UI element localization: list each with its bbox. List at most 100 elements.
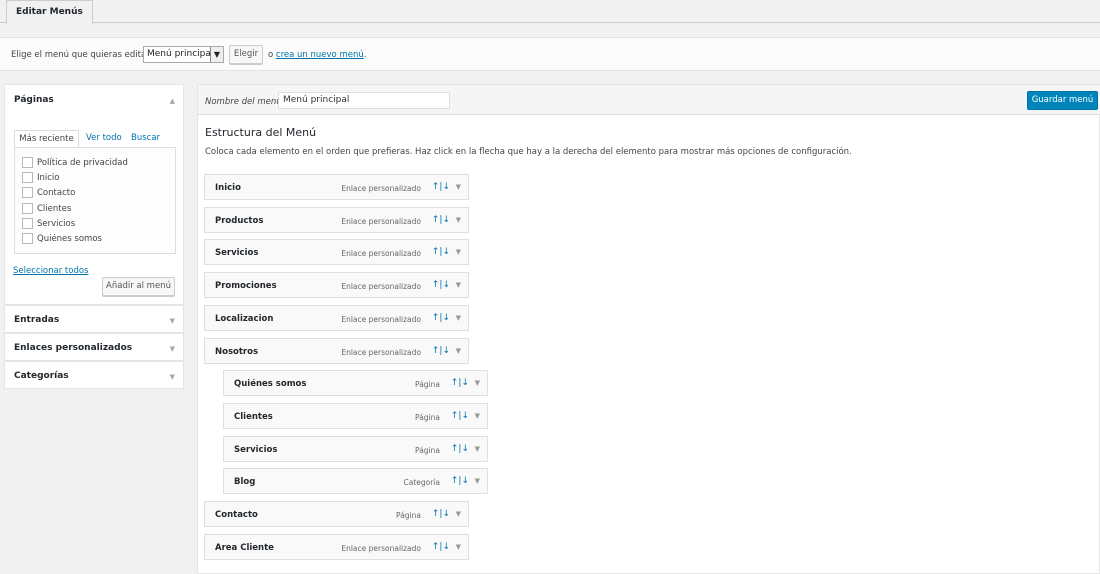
menu-item-title: Contacto (215, 510, 258, 520)
move-arrows-icon[interactable]: ↑|↓ (451, 378, 469, 388)
expand-arrow-icon[interactable]: ▼ (456, 281, 461, 289)
menu-name-label: Nombre del menú (205, 97, 282, 107)
tab-recent[interactable]: Más reciente (14, 130, 79, 148)
move-arrows-icon[interactable]: ↑|↓ (432, 509, 450, 519)
move-arrows-icon[interactable]: ↑|↓ (432, 182, 450, 192)
choose-button[interactable]: Elegir (229, 45, 263, 64)
custom-links-box-title: Enlaces personalizados (14, 343, 133, 353)
menu-item-type: Enlace personalizado (341, 315, 421, 324)
move-arrows-icon[interactable]: ↑|↓ (451, 444, 469, 454)
menu-item-title: Area Cliente (215, 543, 274, 553)
tab-edit-menus[interactable]: Editar Menús (6, 0, 93, 24)
move-arrows-icon[interactable]: ↑|↓ (432, 313, 450, 323)
expand-arrow-icon[interactable]: ▼ (456, 347, 461, 355)
expand-arrow-icon[interactable]: ▼ (456, 510, 461, 518)
checkbox[interactable] (22, 157, 33, 168)
create-menu-text: o crea un nuevo menú. (268, 50, 366, 60)
custom-links-box[interactable]: Enlaces personalizados ▼ (4, 333, 184, 361)
chevron-down-icon[interactable]: ▼ (170, 317, 175, 325)
menu-item[interactable]: Area Cliente Enlace personalizado ↑|↓ ▼ (204, 534, 469, 560)
expand-arrow-icon[interactable]: ▼ (456, 314, 461, 322)
chevron-down-icon[interactable]: ▼ (170, 345, 175, 353)
expand-arrow-icon[interactable]: ▼ (475, 412, 480, 420)
select-menu-label: Elige el menú que quieras editar: (11, 50, 153, 60)
posts-box-title: Entradas (14, 315, 60, 325)
period-text: . (363, 50, 367, 60)
menu-item-type: Página (415, 413, 440, 422)
menu-item[interactable]: Inicio Enlace personalizado ↑|↓ ▼ (204, 174, 469, 200)
menu-item-title: Clientes (234, 412, 273, 422)
pages-box: Páginas ▲ Más reciente Ver todo Buscar P… (4, 84, 184, 305)
menu-item-type: Página (415, 380, 440, 389)
menu-item-type: Página (415, 446, 440, 455)
menu-item-title: Inicio (215, 183, 241, 193)
move-arrows-icon[interactable]: ↑|↓ (432, 280, 450, 290)
menu-item-type: Enlace personalizado (341, 282, 421, 291)
categories-box[interactable]: Categorías ▼ (4, 361, 184, 389)
list-item-label: Clientes (37, 204, 72, 214)
tab-bar: Editar Menús (0, 0, 1100, 24)
move-arrows-icon[interactable]: ↑|↓ (432, 346, 450, 356)
checkbox[interactable] (22, 203, 33, 214)
menu-item[interactable]: Promociones Enlace personalizado ↑|↓ ▼ (204, 272, 469, 298)
move-arrows-icon[interactable]: ↑|↓ (432, 215, 450, 225)
menu-item-type: Enlace personalizado (341, 217, 421, 226)
expand-arrow-icon[interactable]: ▼ (475, 477, 480, 485)
menu-item-title: Quiénes somos (234, 379, 307, 389)
move-arrows-icon[interactable]: ↑|↓ (451, 411, 469, 421)
menu-item-type: Enlace personalizado (341, 249, 421, 258)
menu-item-type: Página (396, 511, 421, 520)
add-to-menu-button[interactable]: Añadir al menú (102, 277, 175, 296)
chevron-up-icon[interactable]: ▲ (170, 97, 175, 105)
menu-item[interactable]: Servicios Página ↑|↓ ▼ (223, 436, 488, 462)
tab-view-all[interactable]: Ver todo (86, 130, 122, 148)
menu-item[interactable]: Localizacion Enlace personalizado ↑|↓ ▼ (204, 305, 469, 331)
pages-box-title[interactable]: Páginas (14, 95, 54, 105)
expand-arrow-icon[interactable]: ▼ (475, 379, 480, 387)
menu-item[interactable]: Productos Enlace personalizado ↑|↓ ▼ (204, 207, 469, 233)
structure-title: Estructura del Menú (205, 126, 317, 139)
create-menu-link[interactable]: crea un nuevo menú (276, 50, 364, 60)
expand-arrow-icon[interactable]: ▼ (456, 216, 461, 224)
or-text: o (268, 50, 274, 60)
select-all-link[interactable]: Seleccionar todos (13, 266, 88, 276)
expand-arrow-icon[interactable]: ▼ (456, 248, 461, 256)
menu-item[interactable]: Nosotros Enlace personalizado ↑|↓ ▼ (204, 338, 469, 364)
menu-item[interactable]: Quiénes somos Página ↑|↓ ▼ (223, 370, 488, 396)
save-menu-button[interactable]: Guardar menú (1027, 91, 1098, 110)
expand-arrow-icon[interactable]: ▼ (456, 543, 461, 551)
list-item-label: Inicio (37, 173, 60, 183)
menu-item[interactable]: Clientes Página ↑|↓ ▼ (223, 403, 488, 429)
menu-item-type: Enlace personalizado (341, 544, 421, 553)
menu-item-type: Enlace personalizado (341, 184, 421, 193)
checkbox[interactable] (22, 187, 33, 198)
expand-arrow-icon[interactable]: ▼ (475, 445, 480, 453)
menu-item[interactable]: Servicios Enlace personalizado ↑|↓ ▼ (204, 239, 469, 265)
menu-item-title: Productos (215, 216, 264, 226)
list-item-label: Servicios (37, 219, 76, 229)
menu-item-type: Categoría (403, 478, 440, 487)
menu-item-title: Servicios (234, 445, 278, 455)
tab-search[interactable]: Buscar (131, 130, 160, 148)
move-arrows-icon[interactable]: ↑|↓ (432, 247, 450, 257)
chevron-down-icon[interactable]: ▼ (170, 373, 175, 381)
menu-select[interactable]: Menú principal ▼ (143, 46, 224, 63)
menu-item-type: Enlace personalizado (341, 348, 421, 357)
move-arrows-icon[interactable]: ↑|↓ (432, 542, 450, 552)
posts-box[interactable]: Entradas ▼ (4, 305, 184, 333)
menu-item-title: Nosotros (215, 347, 259, 357)
move-arrows-icon[interactable]: ↑|↓ (451, 476, 469, 486)
checkbox[interactable] (22, 172, 33, 183)
checkbox[interactable] (22, 218, 33, 229)
menu-item-title: Localizacion (215, 314, 274, 324)
structure-description: Coloca cada elemento en el orden que pre… (205, 147, 852, 157)
menu-name-input[interactable]: Menú principal (278, 92, 450, 109)
pages-tabs: Más reciente Ver todo Buscar (14, 130, 176, 148)
categories-box-title: Categorías (14, 371, 69, 381)
list-item-label: Política de privacidad (37, 158, 128, 168)
menu-item[interactable]: Contacto Página ↑|↓ ▼ (204, 501, 469, 527)
expand-arrow-icon[interactable]: ▼ (456, 183, 461, 191)
checkbox[interactable] (22, 233, 33, 244)
menu-item[interactable]: Blog Categoría ↑|↓ ▼ (223, 468, 488, 494)
menu-item-title: Promociones (215, 281, 277, 291)
